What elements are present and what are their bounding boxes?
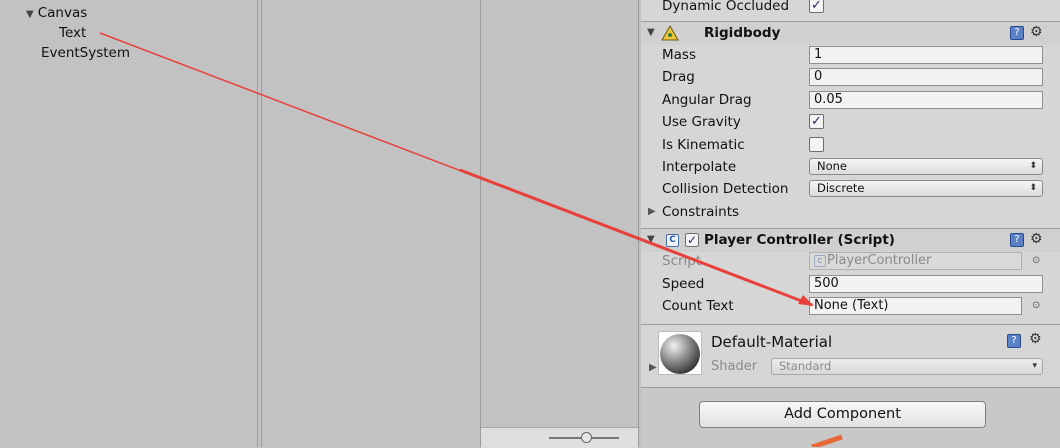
angular-drag-field[interactable]: 0.05 <box>809 91 1043 109</box>
csharp-script-icon: C <box>814 255 826 267</box>
mass-row: Mass 1 <box>641 44 1060 66</box>
speed-field[interactable]: 500 <box>809 275 1043 293</box>
interpolate-label: Interpolate <box>662 159 737 175</box>
help-icon[interactable]: ? <box>1010 233 1024 247</box>
dynamic-occluded-row: Dynamic Occluded ✓ <box>641 0 1060 17</box>
hierarchy-item-canvas[interactable]: ▼ Canvas <box>26 5 87 21</box>
hierarchy-panel: ▼ Canvas Text EventSystem <box>0 0 255 447</box>
mass-field[interactable]: 1 <box>809 46 1043 64</box>
material-section <box>641 324 1060 388</box>
zoom-slider-thumb[interactable] <box>581 432 592 443</box>
object-picker-icon[interactable]: ⊙ <box>1032 300 1040 311</box>
component-enabled-checkbox[interactable]: ✓ <box>685 233 699 247</box>
rigidbody-icon <box>661 25 679 41</box>
fold-down-icon[interactable]: ▼ <box>647 234 655 245</box>
shader-dropdown[interactable]: Standard ▾ <box>771 358 1043 375</box>
help-icon[interactable]: ? <box>1007 334 1021 348</box>
panel-divider[interactable] <box>257 0 258 447</box>
angular-drag-label: Angular Drag <box>662 92 752 108</box>
updown-arrow-icon: ⬍ <box>1029 183 1037 193</box>
is-kinematic-row: Is Kinematic <box>641 134 1060 156</box>
material-name: Default-Material <box>711 333 833 351</box>
script-value: PlayerController <box>827 253 932 268</box>
interpolate-dropdown[interactable]: None ⬍ <box>809 158 1043 175</box>
object-picker-icon: ⊙ <box>1032 255 1041 266</box>
rigidbody-header[interactable]: ▼ Rigidbody ? ⚙ <box>641 21 1060 45</box>
collision-detection-value: Discrete <box>817 181 865 195</box>
count-text-field[interactable]: None (Text) <box>809 297 1022 315</box>
rigidbody-title: Rigidbody <box>704 25 781 41</box>
speed-row: Speed 500 <box>641 273 1060 295</box>
fold-down-icon[interactable]: ▼ <box>26 9 34 20</box>
add-component-button[interactable]: Add Component <box>699 401 986 428</box>
gear-icon[interactable]: ⚙ <box>1029 331 1042 347</box>
speed-label: Speed <box>662 276 705 292</box>
dynamic-occluded-label: Dynamic Occluded <box>662 0 790 14</box>
collision-detection-row: Collision Detection Discrete ⬍ <box>641 178 1060 200</box>
hierarchy-item-eventsystem[interactable]: EventSystem <box>41 45 130 61</box>
hierarchy-item-text[interactable]: Text <box>59 25 86 41</box>
constraints-label: Constraints <box>662 204 740 220</box>
fold-right-icon[interactable]: ▶ <box>648 206 656 217</box>
is-kinematic-checkbox[interactable] <box>809 137 824 152</box>
hierarchy-item-label: Text <box>59 25 87 41</box>
panel-divider[interactable] <box>638 0 639 447</box>
collision-detection-label: Collision Detection <box>662 181 789 197</box>
interpolate-row: Interpolate None ⬍ <box>641 156 1060 178</box>
is-kinematic-label: Is Kinematic <box>662 137 745 153</box>
dropdown-arrow-icon: ▾ <box>1032 361 1037 371</box>
fold-down-icon[interactable]: ▼ <box>647 27 655 38</box>
drag-label: Drag <box>662 69 695 85</box>
fold-right-icon[interactable]: ▶ <box>649 362 657 373</box>
player-controller-title: Player Controller (Script) <box>704 232 895 248</box>
help-icon[interactable]: ? <box>1010 26 1024 40</box>
use-gravity-row: Use Gravity ✓ <box>641 111 1060 133</box>
inspector-panel: Dynamic Occluded ✓ ▼ Rigidbody ? ⚙ Mass … <box>641 0 1060 448</box>
gear-icon[interactable]: ⚙ <box>1030 24 1043 40</box>
use-gravity-checkbox[interactable]: ✓ <box>809 114 824 129</box>
sphere-preview-icon <box>660 334 700 374</box>
assets-toolbar <box>481 427 638 448</box>
player-controller-header[interactable]: ▼ C ✓ Player Controller (Script) ? ⚙ <box>641 228 1060 252</box>
count-text-row: Count Text None (Text) ⊙ <box>641 295 1060 317</box>
script-label: Script <box>662 253 702 269</box>
collision-detection-dropdown[interactable]: Discrete ⬍ <box>809 180 1043 197</box>
assets-panel <box>481 0 638 447</box>
hierarchy-item-label: EventSystem <box>41 45 131 61</box>
constraints-row[interactable]: ▶ Constraints <box>641 201 1060 223</box>
use-gravity-label: Use Gravity <box>662 114 741 130</box>
hierarchy-item-label: Canvas <box>37 5 88 21</box>
updown-arrow-icon: ⬍ <box>1029 161 1037 171</box>
script-field: C PlayerController <box>809 252 1022 270</box>
script-row: Script C PlayerController ⊙ <box>641 250 1060 272</box>
shader-label: Shader <box>711 359 758 374</box>
scene-panel <box>262 0 480 447</box>
csharp-script-icon: C <box>666 234 679 247</box>
drag-field[interactable]: 0 <box>809 68 1043 86</box>
interpolate-value: None <box>817 159 848 173</box>
angular-drag-row: Angular Drag 0.05 <box>641 89 1060 111</box>
shader-value: Standard <box>779 359 832 373</box>
mass-label: Mass <box>662 47 696 63</box>
gear-icon[interactable]: ⚙ <box>1030 231 1043 247</box>
dynamic-occluded-checkbox[interactable]: ✓ <box>809 0 824 13</box>
drag-row: Drag 0 <box>641 66 1060 88</box>
count-text-label: Count Text <box>662 298 734 314</box>
